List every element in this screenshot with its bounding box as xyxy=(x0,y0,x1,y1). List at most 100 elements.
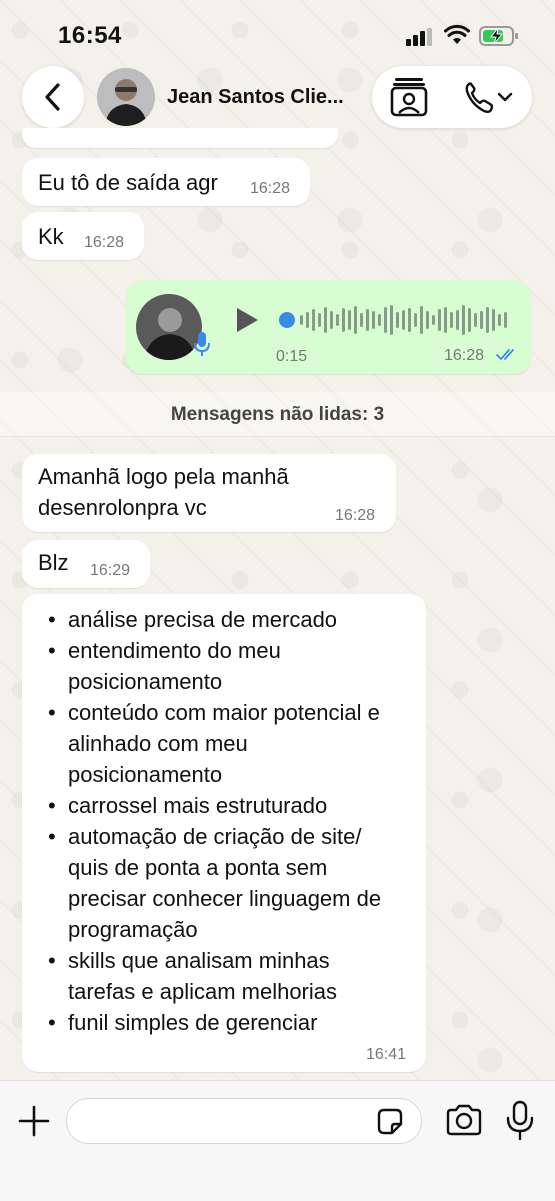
battery-charging-icon xyxy=(479,26,518,46)
waveform-bar xyxy=(348,310,351,330)
waveform-bar xyxy=(300,315,303,325)
message-bubble-incoming[interactable]: análise precisa de mercado entendimento d… xyxy=(22,594,426,1072)
bullet-item-line: quis de ponta a ponta sem xyxy=(68,855,328,880)
waveform-bar xyxy=(324,307,327,333)
message-bubble-incoming[interactable]: Eu tô de saída agr 16:28 xyxy=(22,158,310,206)
waveform-bar xyxy=(456,310,459,330)
waveform-bar xyxy=(396,312,399,328)
waveform-bar xyxy=(438,309,441,331)
waveform-bar xyxy=(462,305,465,335)
waveform-bar xyxy=(420,306,423,334)
plus-icon xyxy=(18,1105,50,1137)
waveform-bar xyxy=(486,307,489,333)
bullet-item-line: alinhado com meu xyxy=(68,731,248,756)
voice-duration: 0:15 xyxy=(276,348,308,365)
attach-button[interactable] xyxy=(14,1101,54,1141)
composer-bar xyxy=(0,1080,555,1201)
bullet-list: análise precisa de mercado entendimento d… xyxy=(48,604,428,1038)
contact-card-button[interactable] xyxy=(386,77,432,117)
message-bubble-incoming[interactable]: Amanhã logo pela manhã desenrolonpra vc … xyxy=(22,454,396,532)
message-time: 16:28 xyxy=(250,180,291,197)
message-time: 16:41 xyxy=(366,1046,407,1063)
waveform-bar xyxy=(450,312,453,328)
contact-avatar[interactable] xyxy=(97,68,155,126)
bullet-item: automação de criação de site/quis de pon… xyxy=(48,821,428,945)
status-bar: 16:54 xyxy=(0,0,555,62)
bullet-item: análise precisa de mercado xyxy=(48,604,428,635)
bullet-item-line: precisar conhecer linguagem de xyxy=(68,886,382,911)
sticker-button[interactable] xyxy=(375,1107,405,1137)
waveform-bar xyxy=(336,314,339,326)
voice-record-button[interactable] xyxy=(504,1100,536,1142)
message-input[interactable] xyxy=(66,1098,422,1144)
message-bubble-partial xyxy=(22,128,338,148)
message-time: 16:28 xyxy=(444,347,485,364)
contact-name[interactable]: Jean Santos Clie... xyxy=(167,86,344,109)
waveform-bar xyxy=(402,310,405,330)
waveform-bar xyxy=(342,308,345,332)
chevron-left-icon xyxy=(45,83,60,111)
bullet-item-line: skills que analisam minhas xyxy=(68,948,330,973)
bullet-item: carrossel mais estruturado xyxy=(48,790,428,821)
message-bubble-incoming[interactable]: Kk 16:28 xyxy=(22,212,144,260)
message-text-line: desenrolonpra vc xyxy=(38,495,207,520)
waveform[interactable] xyxy=(278,302,510,338)
waveform-bar xyxy=(444,307,447,333)
waveform-bar xyxy=(474,313,477,327)
waveform-bar xyxy=(360,313,363,327)
play-button[interactable] xyxy=(230,304,262,336)
bullet-item-line: automação de criação de site/ xyxy=(68,824,362,849)
camera-icon xyxy=(446,1104,482,1136)
waveform-bar xyxy=(498,314,501,326)
message-time: 16:29 xyxy=(90,562,131,579)
bullet-item: funil simples de gerenciar xyxy=(48,1007,428,1038)
waveform-bar xyxy=(372,311,375,329)
call-button[interactable] xyxy=(462,80,520,116)
waveform-bar xyxy=(426,311,429,329)
bullet-item-line: posicionamento xyxy=(68,669,223,694)
play-icon xyxy=(237,308,258,332)
waveform-bar xyxy=(492,309,495,331)
waveform-bar xyxy=(354,306,357,334)
bullet-item-line: conteúdo com maior potencial e xyxy=(68,700,380,725)
bullet-item: entendimento do meu posicionamento xyxy=(48,635,428,697)
header-actions xyxy=(372,66,532,128)
wifi-icon xyxy=(444,24,470,44)
microphone-icon xyxy=(194,332,210,356)
bullet-item: conteúdo com maior potencial e alinhado c… xyxy=(48,697,428,790)
bullet-item-line: funil simples de gerenciar xyxy=(68,1010,318,1035)
message-text-line: Amanhã logo pela manhã xyxy=(38,464,289,489)
message-time: 16:28 xyxy=(84,234,125,251)
camera-button[interactable] xyxy=(444,1102,484,1138)
waveform-bar xyxy=(366,309,369,331)
contact-card-icon xyxy=(390,78,428,117)
back-button[interactable] xyxy=(22,66,84,128)
bullet-item-line: programação xyxy=(68,917,198,942)
waveform-bar xyxy=(432,315,435,325)
waveform-bar xyxy=(306,312,309,328)
voice-message-bubble[interactable]: 0:15 16:28 xyxy=(126,280,531,374)
waveform-bar xyxy=(414,313,417,327)
bullet-item: skills que analisam minhas tarefas e apli… xyxy=(48,945,428,1007)
cellular-signal-icon xyxy=(406,28,432,46)
double-check-icon xyxy=(496,349,514,360)
waveform-bar xyxy=(312,309,315,331)
waveform-bar xyxy=(390,305,393,335)
bullet-item-line: entendimento do meu xyxy=(68,638,281,663)
bullet-item-line: análise precisa de mercado xyxy=(68,607,338,632)
bullet-item-line: carrossel mais estruturado xyxy=(68,793,328,818)
waveform-bar xyxy=(378,314,381,326)
message-text: Kk xyxy=(38,224,64,249)
bullet-item-line: tarefas e aplicam melhorias xyxy=(68,979,338,1004)
waveform-bar xyxy=(480,311,483,329)
unread-divider: Mensagens não lidas: 3 xyxy=(0,392,555,437)
message-text: Eu tô de saída agr xyxy=(38,170,218,195)
waveform-bar xyxy=(468,308,471,332)
unread-divider-text: Mensagens não lidas: 3 xyxy=(170,404,385,425)
waveform-bar xyxy=(318,313,321,327)
phone-icon xyxy=(465,82,513,113)
waveform-bar xyxy=(504,312,507,328)
message-text: Blz xyxy=(38,550,69,575)
sticker-icon xyxy=(377,1108,403,1135)
message-bubble-incoming[interactable]: Blz 16:29 xyxy=(22,540,150,588)
